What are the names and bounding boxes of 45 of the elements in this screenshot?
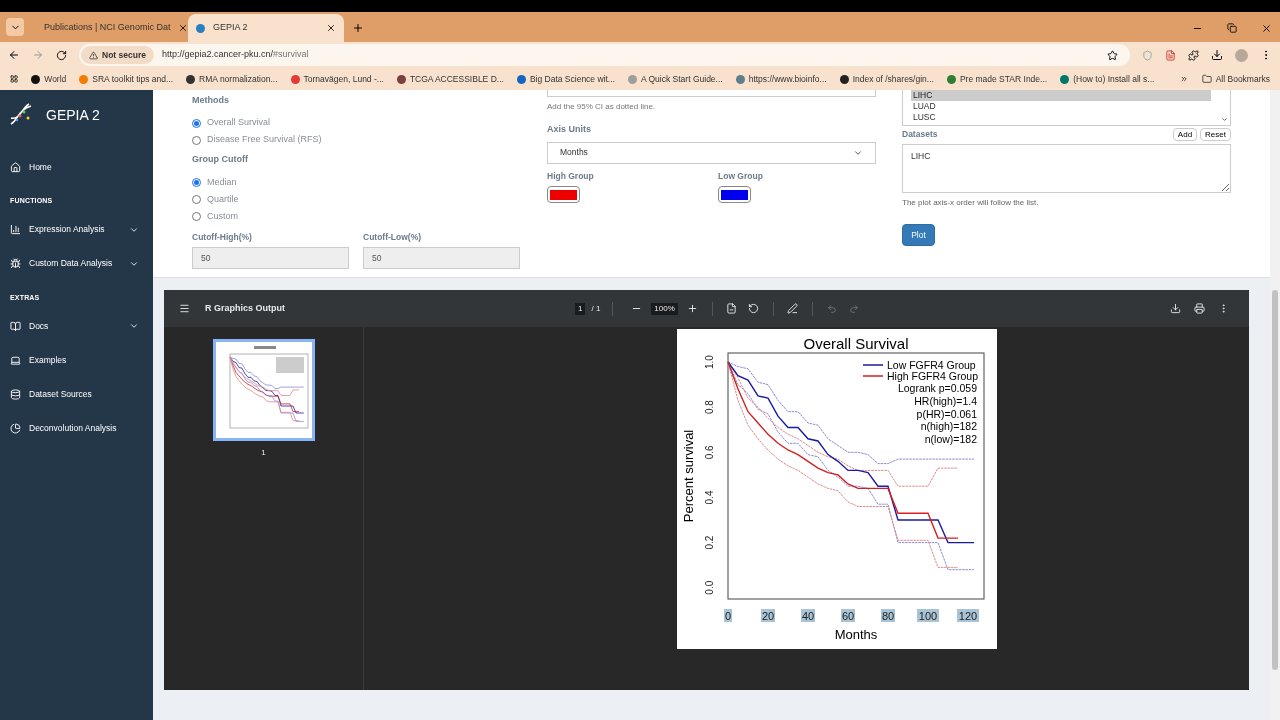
legend-label: High FGFR4 Group: [886, 370, 978, 382]
x-axis-label: Months: [834, 627, 877, 642]
chart-title: Overall Survival: [803, 335, 908, 352]
field-label: High Group: [547, 169, 595, 183]
field-label: Group Cutoff: [192, 152, 249, 166]
statistic-text: n(high)=182: [920, 420, 977, 433]
field-label: Cutoff-Low(%): [363, 231, 423, 244]
y-tick-label: 0.0: [703, 580, 715, 595]
field-label: Cutoff-High(%): [192, 231, 253, 244]
page-count: / 1: [591, 302, 601, 315]
radio-label: Median: [207, 175, 237, 189]
hint-text: The plot axis-x order will follow the list.: [902, 197, 1040, 209]
x-tick-label: 60: [841, 610, 854, 622]
radio-label: Quartile: [207, 192, 239, 206]
x-tick-label: 120: [958, 610, 977, 622]
x-tick-label: 0: [724, 610, 731, 622]
field-label: Datasets: [902, 128, 939, 141]
y-tick-label: 0.2: [703, 535, 715, 550]
statistic-text: Logrank p=0.059: [897, 382, 977, 394]
field-label: Methods: [192, 94, 230, 107]
thumbnail-label: 1: [261, 447, 266, 459]
radio-label: Overall Survival: [207, 116, 271, 130]
field-label: Low Group: [718, 169, 764, 183]
y-tick-label: 0.8: [703, 400, 715, 415]
statistic-text: HR(high)=1.4: [913, 394, 977, 407]
y-axis-label: Percent survival: [680, 429, 696, 523]
y-tick-label: 0.6: [703, 445, 715, 460]
statistic-text: n(low)=182: [924, 433, 977, 446]
x-tick-label: 40: [801, 610, 814, 622]
statistic-text: p(HR)=0.061: [916, 407, 977, 420]
field-label: Axis Units: [547, 123, 592, 136]
legend-label: Low FGFR4 Group: [886, 359, 976, 371]
y-tick-label: 0.4: [703, 490, 715, 505]
radio-label: Custom: [207, 209, 238, 223]
tab-title: GEPIA 2: [213, 21, 249, 35]
x-tick-label: 20: [761, 610, 774, 622]
hint-text: Add the 95% CI as dotted line.: [547, 101, 657, 113]
x-tick-label: 100: [918, 610, 937, 622]
radio-label: Disease Free Survival (RFS): [207, 133, 322, 147]
document-title: R Graphics Output: [205, 301, 286, 315]
brand-title: GEPIA 2: [46, 105, 100, 125]
y-tick-label: 1.0: [703, 355, 715, 369]
x-tick-label: 80: [881, 610, 894, 622]
url-text: http://gepia2.cancer-pku.cn/#survival: [161, 48, 309, 62]
tab-title: Publications | NCI Genomic Dat: [44, 21, 171, 35]
